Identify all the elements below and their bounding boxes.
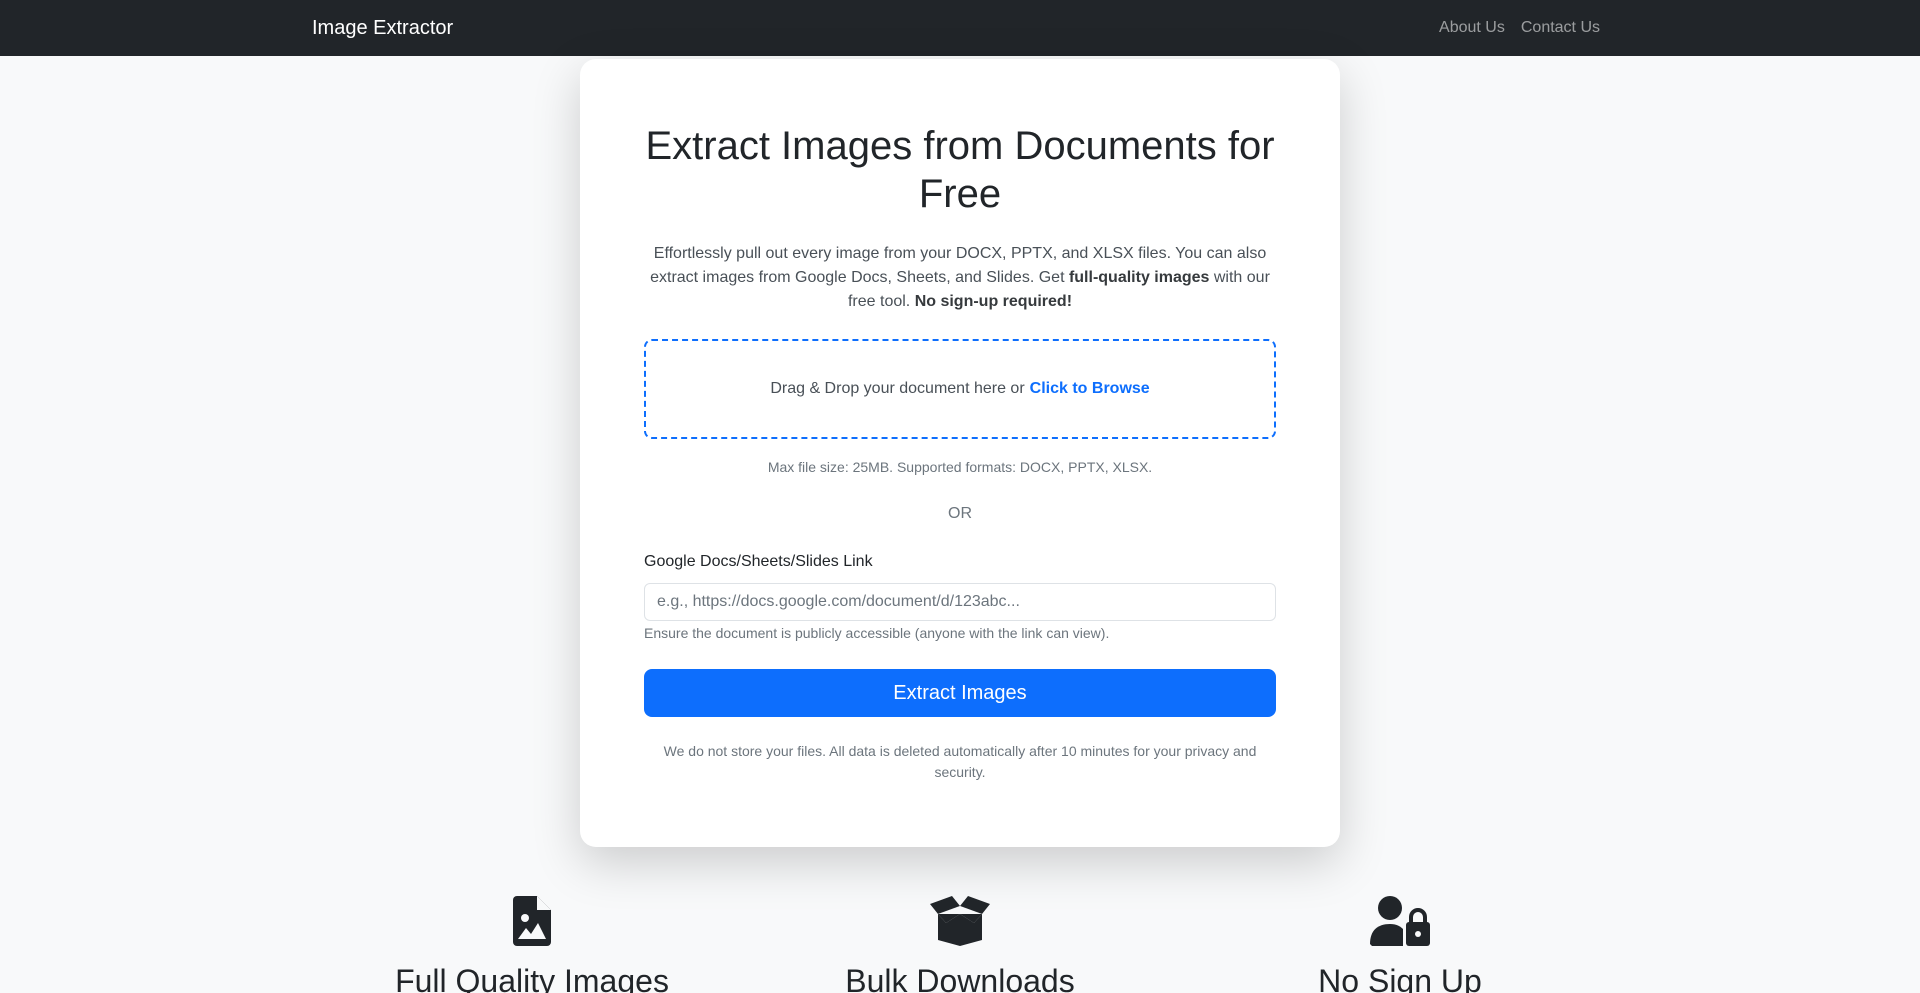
intro-text: Effortlessly pull out every image from y… [650, 245, 1270, 310]
feature-no-sign-up: No Sign Up [1200, 896, 1600, 993]
link-field-help: Ensure the document is publicly accessib… [644, 625, 1110, 641]
dropzone-text: Drag & Drop your document here or [770, 380, 1025, 397]
feature-title: No Sign Up [1318, 963, 1482, 993]
file-size-hint: Max file size: 25MB. Supported formats: … [767, 459, 1153, 475]
nav-about-us[interactable]: About Us [1439, 17, 1505, 39]
feature-title: Full Quality Images [395, 963, 669, 993]
box-open-icon [930, 896, 990, 946]
browse-link[interactable]: Click to Browse [1030, 380, 1150, 398]
feature-bulk-downloads: Bulk Downloads [760, 896, 1160, 993]
top-navbar: Image Extractor About Us Contact Us [0, 0, 1920, 56]
privacy-note: We do not store your files. All data is … [663, 743, 1257, 780]
nav-contact-us[interactable]: Contact Us [1521, 17, 1600, 39]
feature-full-quality: Full Quality Images [332, 896, 732, 993]
file-image-icon [513, 896, 551, 946]
brand-link[interactable]: Image Extractor [312, 15, 453, 41]
file-dropzone[interactable]: Drag & Drop your document here or Click … [644, 339, 1276, 439]
google-link-input[interactable] [644, 583, 1276, 621]
nav-links: About Us Contact Us [1439, 17, 1600, 39]
link-field-label: Google Docs/Sheets/Slides Link [644, 553, 873, 570]
user-lock-icon [1370, 896, 1430, 946]
feature-title: Bulk Downloads [845, 963, 1075, 993]
extract-images-button[interactable]: Extract Images [644, 669, 1276, 717]
or-divider: OR [948, 505, 972, 522]
page-title: Extract Images from Documents for Free [645, 124, 1275, 216]
